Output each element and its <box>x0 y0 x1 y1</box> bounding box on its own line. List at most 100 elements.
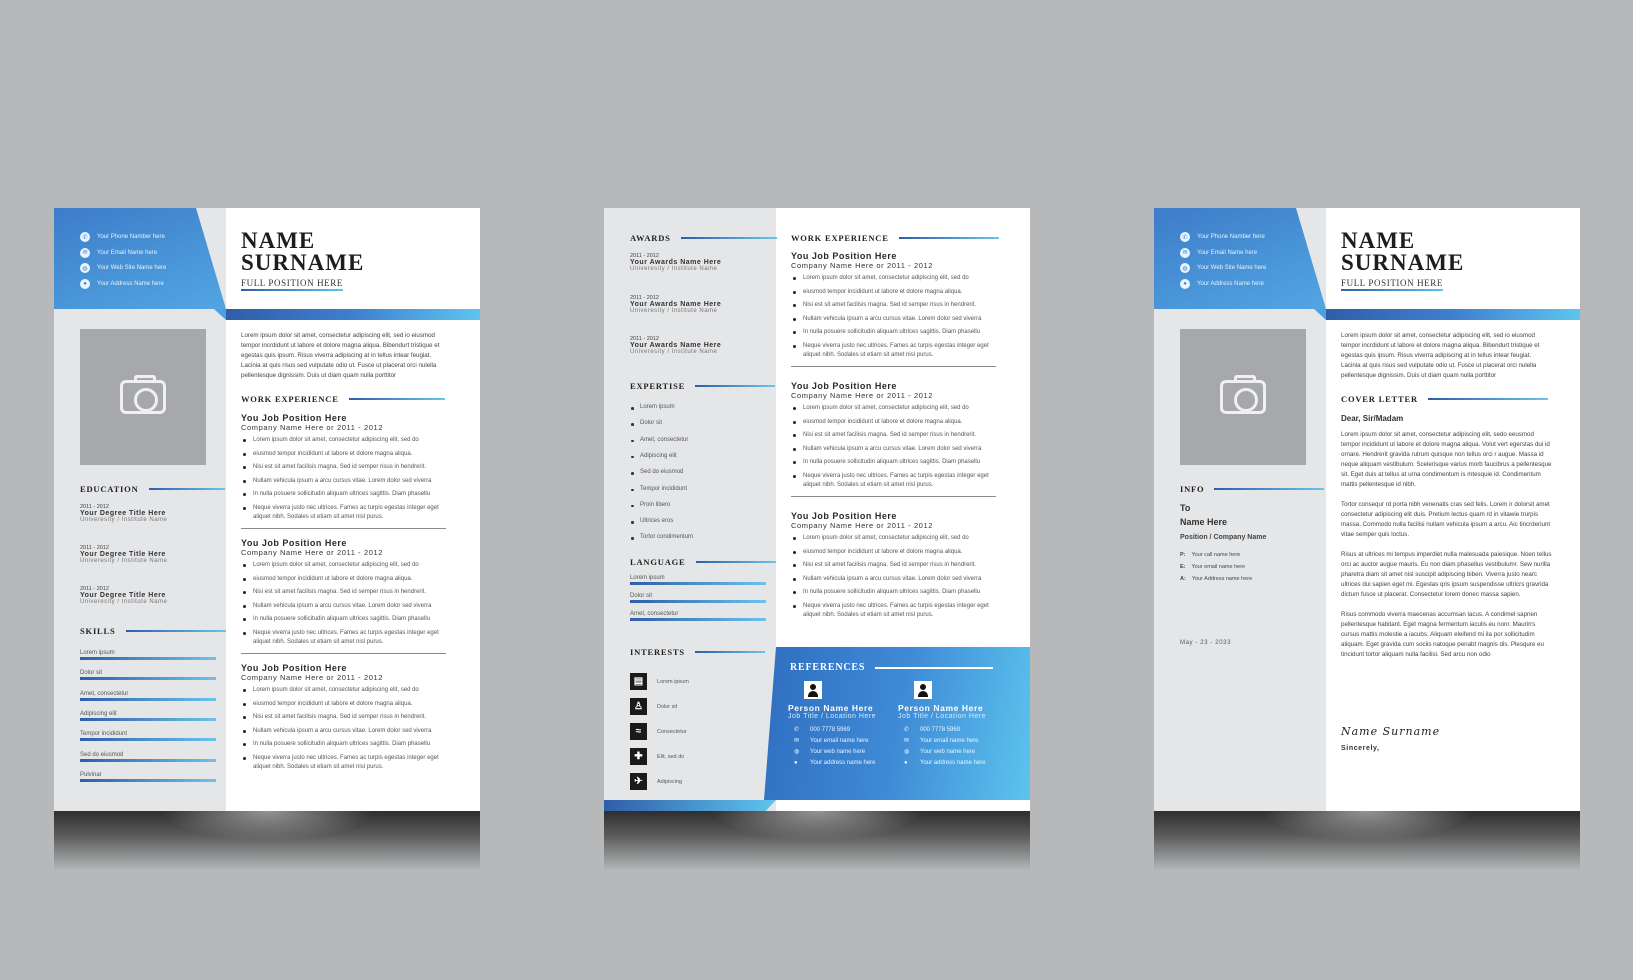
contact-label: Your Address Name here <box>1197 280 1264 287</box>
surname: SURNAME <box>1341 250 1465 275</box>
expertise-item: Dolor sit <box>631 420 662 426</box>
skill-label: Pulvinar <box>80 771 102 778</box>
interest-label: Adipiscing <box>657 778 683 785</box>
photo-placeholder[interactable] <box>1180 329 1306 465</box>
award-name: Your Awards Name Here <box>630 259 722 266</box>
avatar-icon <box>804 681 822 699</box>
job-bullet: eiusmod tempor incididunt ut labore et d… <box>791 546 1006 560</box>
heading-text: AWARDS <box>630 233 671 243</box>
skill-item: Adipiscing elit <box>80 711 216 721</box>
heading-rule <box>1214 488 1325 490</box>
language-label: Amet, consectetur <box>630 611 679 617</box>
reference-name: Person Name Here <box>898 703 984 713</box>
skill-bar <box>80 697 216 701</box>
info-line: P: Your call name here <box>1180 552 1240 558</box>
award-item: 2011 - 2012 Your Awards Name Here Univeres… <box>630 336 721 355</box>
references-panel: REFERENCES Person Name Here Job Title / L… <box>764 647 1030 800</box>
recipient-name: Name Here <box>1180 517 1228 527</box>
letter-paragraph: Tortor consequr rd porta nibh venenatis … <box>1341 501 1551 538</box>
education-degree: Your Degree Title Here <box>80 592 166 599</box>
contact-label: Your Email Name here <box>1197 249 1258 256</box>
job-entry: You Job Position Here Company Name Here o… <box>791 381 1006 498</box>
interest-label: Lorem ipsum <box>657 678 689 685</box>
contact-label: Your Email Name here <box>97 249 158 256</box>
job-bullet: In nulla posuere sollicitudin aliquam ul… <box>791 586 1006 600</box>
heading-text: INFO <box>1180 484 1205 494</box>
job-bullet: Neque viverra justo nec ultrices. Fames … <box>241 754 456 772</box>
job-divider <box>241 527 446 530</box>
info-label: P: <box>1180 552 1186 558</box>
award-school: Univeresity / Institute Name <box>630 307 718 314</box>
job-bullet: Lorem ipsum dolor sit amet, consectetur … <box>241 434 456 448</box>
expertise-item: Adipiscing elit <box>631 453 677 459</box>
job-divider <box>791 365 996 368</box>
job-bullet: Lorem ipsum dolor sit amet, consectetur … <box>791 272 1006 286</box>
email-icon: ✉ <box>80 247 90 258</box>
skill-bar <box>80 657 216 660</box>
phone-icon: ✆ <box>794 727 800 733</box>
interest-label: Dolor sit <box>657 703 678 710</box>
globe-icon: ◍ <box>80 263 90 273</box>
skill-item: Sed do eiusmod <box>80 752 216 762</box>
interest-label: Consectetur <box>657 728 687 735</box>
skill-bar <box>80 758 216 762</box>
heading-text: SKILLS <box>80 626 116 636</box>
contact-item: ✉ Your Email Name here <box>80 247 158 258</box>
heading-rule <box>125 630 226 632</box>
job-company: Company Name Here or 2011 - 2012 <box>241 423 384 432</box>
contact-item: ● Your Address Name here <box>80 278 164 289</box>
job-bullet: Lorem ipsum dolor sit amet, consectetur … <box>241 559 456 573</box>
education-school: Univeresity / Institute Name <box>80 599 168 605</box>
info-line: A: Your Address name here <box>1180 576 1252 582</box>
language-heading: LANGUAGE <box>630 557 776 567</box>
education-item: 2011 - 2012 Your Degree Title Here Univere… <box>80 545 167 564</box>
photo-placeholder[interactable] <box>80 329 206 465</box>
job-bullet: Neque viverra justo nec ultrices. Fames … <box>791 342 1006 360</box>
job-entry: You Job Position Here Company Name Here o… <box>241 413 456 530</box>
closing: Sincerely, <box>1341 745 1380 752</box>
interest-item: ✈ Adipiscing <box>630 773 682 790</box>
recipient-company: Position / Company Name <box>1180 534 1267 541</box>
email-icon: ✉ <box>904 738 910 744</box>
job-divider <box>241 652 446 655</box>
job-title: You Job Position Here <box>241 663 347 673</box>
job-bullet: Neque viverra justo nec ultrices. Fames … <box>791 602 1006 620</box>
gamepad-icon: ✚ <box>630 748 647 765</box>
job-divider <box>791 495 996 498</box>
letter-paragraph: Lorem ipsum dolor sit amet, consectetur … <box>1341 431 1552 488</box>
award-name: Your Awards Name Here <box>630 300 722 308</box>
interests-heading: INTERESTS <box>630 647 765 657</box>
job-title: You Job Position Here <box>791 251 897 261</box>
book-icon: ▤ <box>630 673 647 690</box>
page-shadow <box>1154 811 1580 871</box>
reference-email: ✉ Your email name here <box>788 736 876 747</box>
letter-body: Lorem ipsum dolor sit amet, consectetur … <box>1341 430 1553 670</box>
heading-rule <box>680 237 777 239</box>
job-company: Company Name Here or 2011 - 2012 <box>791 521 934 530</box>
job-bullet: Neque viverra justo nec ultrices. Fames … <box>241 629 456 647</box>
reference-web: ◍ Your web name here <box>898 747 986 758</box>
reference-email-text: Your email name here <box>810 738 869 744</box>
globe-icon: ◍ <box>904 749 910 755</box>
expertise-item: Proin libero <box>631 502 670 508</box>
language-item: Amet, consectetur <box>630 611 766 621</box>
expertise-item: Tortor condimentum <box>631 534 693 540</box>
expertise-item: Ultrices eros <box>631 518 673 524</box>
job-bullet: eiusmod tempor incididunt ut labore et d… <box>791 286 1006 300</box>
job-company: Company Name Here or 2011 - 2012 <box>791 261 934 270</box>
position-title: FULL POSITION HERE <box>241 278 343 291</box>
reference-name: Person Name Here <box>788 703 874 713</box>
job-bullet: Nisi est sit amet facilisis magna. Sed i… <box>791 559 1006 573</box>
contact-label: Your Phone Namber here <box>97 234 165 240</box>
education-school: Univeresity / Institute Name <box>80 517 168 523</box>
surname: SURNAME <box>241 250 365 275</box>
skill-item: Dolor sit <box>80 670 216 681</box>
language-item: Lorem ipsum <box>630 575 766 585</box>
education-degree: Your Degree Title Here <box>80 510 166 517</box>
job-bullet: In nulla posuere sollicitudin aliquam ul… <box>241 738 456 752</box>
globe-icon: ◍ <box>1180 263 1190 273</box>
job-bullet: Nullam vehicula ipsum a arcu cursus vita… <box>791 313 1006 327</box>
footer-band <box>604 800 776 811</box>
info-line: E: Your email name here <box>1180 564 1245 570</box>
job-bullet: Nisi est sit amet facilisis magna. Sed i… <box>241 711 456 725</box>
